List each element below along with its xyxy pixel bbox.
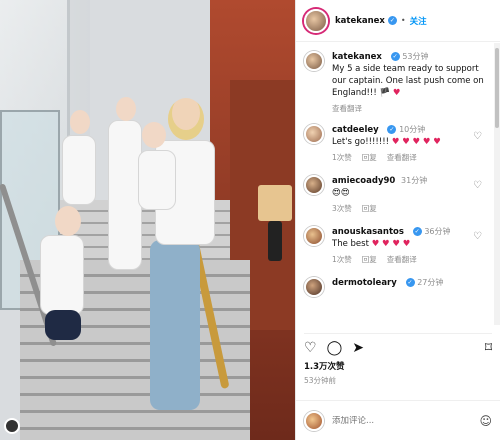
child-middle-head (116, 97, 136, 121)
child-middle (108, 120, 142, 270)
share-icon[interactable]: ➤ (352, 340, 364, 356)
commenter-username[interactable]: amiecoady90 (332, 176, 395, 186)
reply-link[interactable]: 回复 (362, 152, 377, 163)
verified-icon: ✓ (405, 278, 415, 287)
like-comment-icon[interactable]: ♡ (473, 181, 483, 191)
comment-time: 36分钟 (424, 227, 451, 236)
woman-head (168, 98, 204, 140)
like-icon[interactable]: ♡ (304, 340, 317, 356)
verified-icon: ✓ (387, 16, 397, 25)
post-actions: ♡ ◯ ➤ ⌑ (304, 333, 492, 356)
verified-icon: ✓ (387, 125, 397, 134)
post-header: katekanex ✓ • 关注 (296, 0, 500, 42)
commenter-avatar[interactable] (304, 277, 324, 297)
likes-count[interactable]: 1.3万次赞 (304, 360, 345, 372)
comment-likes[interactable]: 3次赞 (332, 203, 352, 214)
comment-likes[interactable]: 1次赞 (332, 254, 352, 265)
comment-time: 27分钟 (417, 278, 444, 287)
author-avatar-small[interactable] (304, 51, 324, 71)
translate-link[interactable]: 查看翻译 (387, 254, 417, 265)
toddler (138, 150, 176, 210)
woman-legs (150, 240, 200, 410)
comments-scrollbar-thumb[interactable] (495, 48, 499, 128)
comment-item: amiecoady90 31分钟 😍😍 3次赞 回复 ♡ (296, 163, 493, 214)
like-comment-icon[interactable]: ♡ (473, 132, 483, 142)
post-photo[interactable] (0, 0, 295, 440)
save-icon[interactable]: ⌑ (485, 340, 492, 356)
comment-text: 😍😍 (332, 187, 485, 199)
add-comment-input[interactable] (332, 415, 480, 426)
caption-time: 53分钟 (402, 52, 429, 61)
caption-emojis: 🏴 ♥ (379, 88, 401, 98)
commenter-username[interactable]: anouskasantos (332, 227, 404, 237)
comment-likes[interactable]: 1次赞 (332, 152, 352, 163)
caption-username[interactable]: katekanex (332, 52, 382, 62)
child-left-back-head (70, 110, 90, 134)
child-front-shorts (45, 310, 81, 340)
toddler-head (142, 122, 166, 148)
verified-icon: ✓ (412, 227, 422, 236)
comment-item: anouskasantos ✓ 36分钟 The best ♥ ♥ ♥ ♥ 1次… (296, 214, 493, 265)
child-front (40, 235, 84, 315)
translate-link[interactable]: 查看翻译 (332, 103, 362, 114)
caption-text: My 5 a side team ready to support our ca… (332, 64, 484, 98)
comment-emojis: ♥ ♥ ♥ ♥ (371, 239, 411, 249)
child-left-back (62, 135, 96, 205)
comment-emojis: ♥ ♥ ♥ ♥ ♥ (391, 137, 441, 147)
commenter-avatar[interactable] (304, 175, 324, 195)
add-comment-bar: ☺ (296, 400, 500, 440)
current-user-avatar (304, 410, 324, 431)
separator-dot: • (400, 16, 406, 25)
comment-text: Let's go!!!!!!! ♥ ♥ ♥ ♥ ♥ (332, 137, 441, 147)
follow-button[interactable]: 关注 (410, 15, 427, 27)
reply-link[interactable]: 回复 (362, 254, 377, 265)
lamp-base (268, 221, 282, 261)
comment-time: 10分钟 (399, 125, 426, 134)
author-username[interactable]: katekanex (335, 16, 385, 26)
reply-link[interactable]: 回复 (362, 203, 377, 214)
comment-item: catdeeley ✓ 10分钟 Let's go!!!!!!! ♥ ♥ ♥ ♥… (296, 114, 493, 163)
commenter-username[interactable]: catdeeley (332, 125, 379, 135)
comments-list[interactable]: katekanex ✓ 53分钟 My 5 a side team ready … (296, 43, 493, 325)
comment-item: dermotoleary ✓ 27分钟 (296, 265, 493, 297)
child-front-head (55, 206, 81, 236)
emoji-icon[interactable]: ☺ (479, 414, 492, 428)
author-avatar[interactable] (304, 8, 328, 33)
verified-icon: ✓ (390, 52, 400, 61)
translate-link[interactable]: 查看翻译 (387, 152, 417, 163)
tagged-user-icon[interactable] (4, 418, 20, 434)
comment-time: 31分钟 (401, 176, 428, 185)
commenter-avatar[interactable] (304, 226, 324, 246)
comment-emojis: 😍😍 (332, 188, 350, 198)
comment-icon[interactable]: ◯ (327, 340, 343, 356)
commenter-username[interactable]: dermotoleary (332, 278, 397, 288)
comment-text: The best ♥ ♥ ♥ ♥ (332, 239, 411, 249)
post-sidebar: katekanex ✓ • 关注 katekanex ✓ 53分钟 My 5 a… (295, 0, 500, 440)
like-comment-icon[interactable]: ♡ (473, 232, 483, 242)
lamp-shade (258, 185, 292, 221)
caption-item: katekanex ✓ 53分钟 My 5 a side team ready … (296, 43, 493, 114)
commenter-avatar[interactable] (304, 124, 324, 144)
post-time: 53分钟前 (304, 376, 337, 385)
